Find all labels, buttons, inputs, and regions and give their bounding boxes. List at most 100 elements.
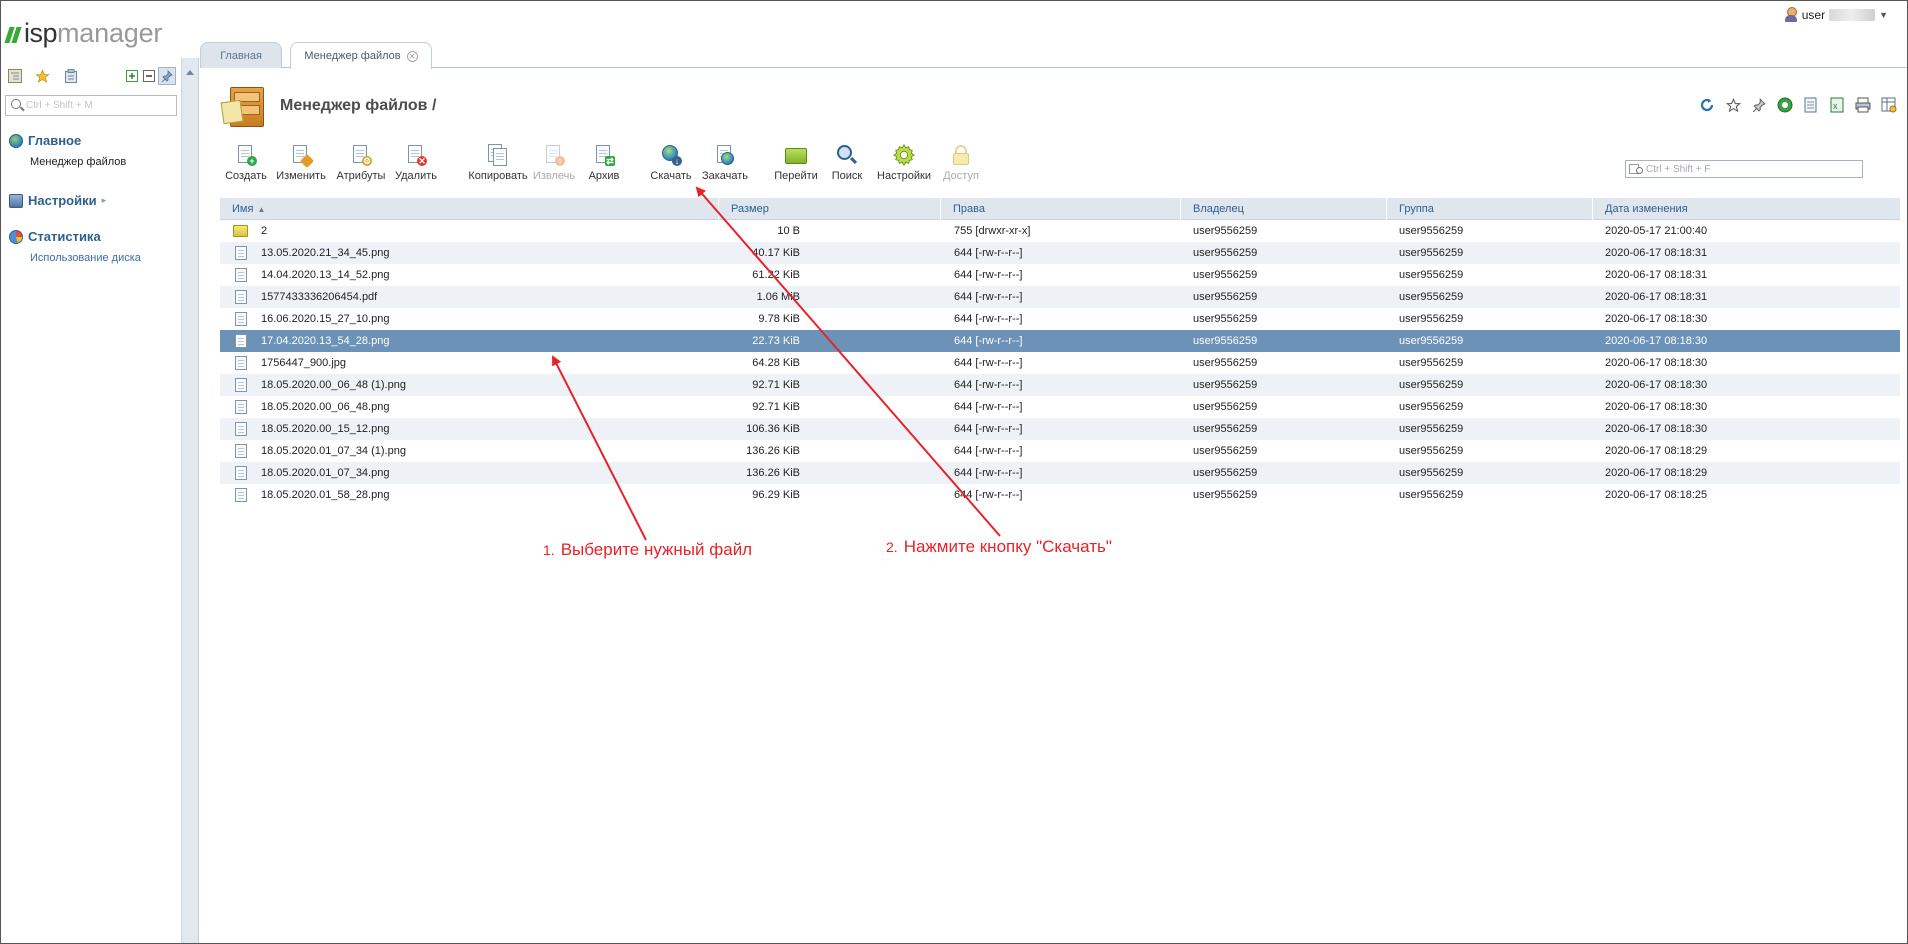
chevron-down-icon[interactable]: ▼: [1879, 10, 1888, 20]
statistics-icon[interactable]: [1776, 96, 1794, 114]
button-label: Копировать: [468, 170, 528, 182]
button-label: Извлечь: [532, 170, 576, 182]
annotation-step-1: 1. Выберите нужный файл: [543, 540, 752, 560]
tab-file-manager[interactable]: Менеджер файлов ✕: [290, 42, 432, 69]
tree-view-icon[interactable]: [7, 68, 23, 84]
cell-size: 61.22 KiB: [752, 269, 800, 281]
delete-button[interactable]: ✕ Удалить: [386, 144, 446, 182]
attributes-button[interactable]: ⚙ Атрибуты: [331, 144, 391, 182]
column-header-permissions[interactable]: Права: [940, 198, 1180, 220]
table-row[interactable]: 13.05.2020.21_34_45.png 40.17 KiB 644 [-rw…: [220, 242, 1900, 264]
file-cabinet-icon: [220, 83, 268, 129]
close-tab-icon[interactable]: ✕: [406, 50, 418, 62]
cell-owner: user9556259: [1193, 423, 1258, 435]
expand-all-icon[interactable]: [124, 68, 140, 84]
cell-owner: user9556259: [1193, 225, 1258, 237]
upload-button[interactable]: Закачать: [695, 144, 755, 182]
archive-button[interactable]: ⇄ Архив: [574, 144, 634, 182]
column-header-size[interactable]: Размер: [718, 198, 940, 220]
cell-size: 22.73 KiB: [752, 335, 800, 347]
sidebar-collapse-strip[interactable]: [182, 58, 199, 943]
collapse-all-icon[interactable]: [141, 68, 157, 84]
pin-icon[interactable]: [1750, 96, 1768, 114]
excel-icon[interactable]: x: [1828, 96, 1846, 114]
refresh-icon[interactable]: [1698, 96, 1716, 114]
access-button[interactable]: Доступ: [931, 144, 991, 182]
nav-head-settings[interactable]: Настройки ▸: [9, 193, 106, 208]
cell-permissions: 644 [-rw-r--r--]: [954, 379, 1023, 391]
tab-main[interactable]: Главная: [200, 42, 282, 68]
column-header-group[interactable]: Группа: [1386, 198, 1592, 220]
table-filter-input[interactable]: [1646, 162, 1858, 176]
svg-text:x: x: [1833, 101, 1838, 111]
nav-head-label: Статистика: [28, 229, 101, 244]
settings-button[interactable]: Настройки: [874, 144, 934, 182]
button-label: Настройки: [877, 170, 931, 182]
table-row[interactable]: 14.04.2020.13_14_52.png 61.22 KiB 644 [-rw…: [220, 264, 1900, 286]
clipboard-icon[interactable]: [63, 68, 79, 84]
cell-permissions: 644 [-rw-r--r--]: [954, 357, 1023, 369]
table-row[interactable]: 2 10 B 755 [drwxr-xr-x] user9556259 user9556…: [220, 220, 1900, 242]
print-icon[interactable]: [1854, 96, 1872, 114]
table-row[interactable]: 18.05.2020.00_06_48.png 92.71 KiB 644 [-rw…: [220, 396, 1900, 418]
table-row[interactable]: 1756447_900.jpg 64.28 KiB 644 [-rw-r--r--]…: [220, 352, 1900, 374]
sidebar-search-input[interactable]: [26, 98, 174, 113]
column-header-owner[interactable]: Владелец: [1180, 198, 1386, 220]
table-row[interactable]: 18.05.2020.00_15_12.png 106.36 KiB 644 [-r…: [220, 418, 1900, 440]
cell-group: user9556259: [1399, 247, 1464, 259]
table-settings-icon[interactable]: [1880, 96, 1898, 114]
sidebar-search[interactable]: [5, 95, 177, 116]
user-menu[interactable]: user ▼: [1784, 7, 1888, 23]
cell-group: user9556259: [1399, 357, 1464, 369]
column-label: Имя: [232, 203, 254, 215]
file-icon: [235, 356, 247, 370]
cell-size: 96.29 KiB: [752, 489, 800, 501]
table-row[interactable]: 16.06.2020.15_27_10.png 9.78 KiB 644 [-rw-…: [220, 308, 1900, 330]
button-label: Скачать: [650, 170, 692, 182]
cell-name: 18.05.2020.01_07_34 (1).png: [261, 445, 406, 457]
nav-item-disk-usage[interactable]: Использование диска: [30, 252, 141, 264]
app-logo[interactable]: isp manager: [4, 18, 163, 48]
table-row[interactable]: 18.05.2020.01_07_34 (1).png 136.26 KiB 644…: [220, 440, 1900, 462]
copy-button[interactable]: Копировать: [463, 144, 533, 182]
sidebar: Главное Менеджер файлов Настройки ▸ Стат…: [1, 58, 182, 943]
cell-permissions: 644 [-rw-r--r--]: [954, 401, 1023, 413]
table-row[interactable]: 18.05.2020.01_58_28.png 96.29 KiB 644 [-rw…: [220, 484, 1900, 506]
column-header-modified[interactable]: Дата изменения: [1592, 198, 1900, 220]
nav-group-main: Главное Менеджер файлов: [9, 133, 126, 168]
pin-icon[interactable]: [158, 67, 176, 85]
table-header: Имя ▲ Размер Права Владелец Группа Дата и…: [220, 198, 1900, 220]
file-table: Имя ▲ Размер Права Владелец Группа Дата и…: [220, 198, 1900, 506]
cell-modified: 2020-06-17 08:18:31: [1605, 247, 1708, 259]
table-row[interactable]: 1577433336206454.pdf 1.06 MiB 644 [-rw-r--…: [220, 286, 1900, 308]
create-button[interactable]: + Создать: [216, 144, 276, 182]
lock-icon: [950, 144, 972, 166]
search-button[interactable]: Поиск: [817, 144, 877, 182]
cell-owner: user9556259: [1193, 313, 1258, 325]
star-icon[interactable]: [1724, 96, 1742, 114]
file-icon: [235, 466, 247, 480]
download-button[interactable]: ↓ Скачать: [641, 144, 701, 182]
search-icon: [11, 99, 21, 109]
table-row[interactable]: 18.05.2020.00_06_48 (1).png 92.71 KiB 644 …: [220, 374, 1900, 396]
annotation-number: 1.: [543, 542, 555, 558]
column-header-name[interactable]: Имя ▲: [220, 198, 718, 220]
cell-size: 106.36 KiB: [746, 423, 800, 435]
table-row[interactable]: 17.04.2020.13_54_28.png 22.73 KiB 644 [-rw…: [220, 330, 1900, 352]
page-title: Менеджер файлов /: [280, 97, 437, 114]
collapse-arrow-icon[interactable]: [186, 70, 194, 75]
nav-head-stats[interactable]: Статистика: [9, 229, 141, 244]
favorites-star-icon[interactable]: [34, 68, 50, 84]
cell-group: user9556259: [1399, 269, 1464, 281]
table-row[interactable]: 18.05.2020.01_07_34.png 136.26 KiB 644 [-r…: [220, 462, 1900, 484]
nav-head-main[interactable]: Главное: [9, 133, 126, 148]
column-label: Группа: [1399, 203, 1434, 215]
nav-item-file-manager[interactable]: Менеджер файлов: [30, 156, 126, 168]
edit-button[interactable]: Изменить: [271, 144, 331, 182]
cell-modified: 2020-06-17 08:18:30: [1605, 335, 1708, 347]
cell-group: user9556259: [1399, 313, 1464, 325]
cell-size: 136.26 KiB: [746, 445, 800, 457]
table-filter[interactable]: [1625, 160, 1863, 178]
export-icon[interactable]: [1802, 96, 1820, 114]
logo-text-manager: manager: [57, 18, 163, 48]
